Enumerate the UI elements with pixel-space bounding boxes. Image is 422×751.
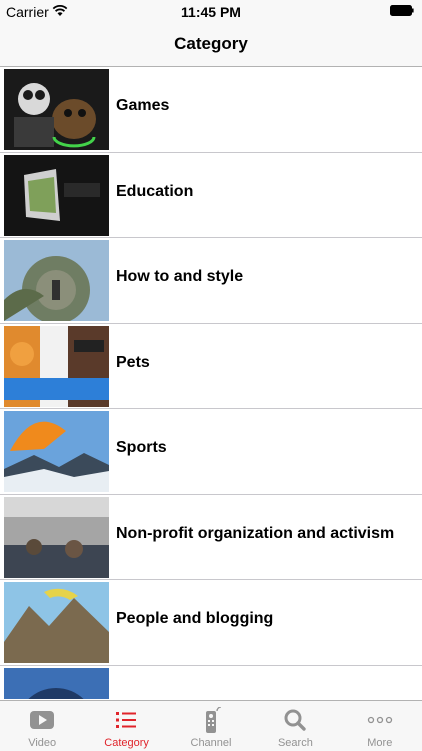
category-row-education[interactable]: Education bbox=[0, 153, 422, 238]
tab-video[interactable]: Video bbox=[0, 701, 84, 751]
category-row-sports[interactable]: Sports bbox=[0, 409, 422, 495]
category-thumbnail bbox=[4, 411, 109, 492]
category-row-partial[interactable] bbox=[0, 666, 422, 699]
clock: 11:45 PM bbox=[181, 4, 241, 20]
tab-search[interactable]: Search bbox=[253, 701, 337, 751]
category-thumbnail bbox=[4, 325, 109, 407]
category-thumbnail bbox=[4, 69, 109, 150]
video-icon bbox=[30, 711, 54, 729]
search-icon bbox=[284, 709, 306, 731]
category-row-people-and-blogging[interactable]: People and blogging bbox=[0, 580, 422, 666]
list-icon bbox=[116, 712, 137, 728]
category-label: People and blogging bbox=[116, 610, 274, 627]
category-thumbnail bbox=[4, 154, 109, 236]
category-label: Education bbox=[116, 182, 194, 200]
category-label: Non-profit organization and activism bbox=[116, 524, 395, 542]
category-row-how-to-and-style[interactable]: How to and style bbox=[0, 238, 422, 324]
tab-label: Video bbox=[28, 737, 57, 749]
tab-label: More bbox=[367, 737, 393, 749]
remote-icon bbox=[205, 707, 221, 733]
tab-more[interactable]: More bbox=[338, 701, 422, 751]
navigation-bar: Category bbox=[0, 22, 422, 67]
tab-label: Search bbox=[277, 737, 313, 749]
category-list[interactable]: Games Education How to and style Pets Sp… bbox=[0, 67, 422, 699]
battery-icon bbox=[390, 5, 414, 16]
tab-label: Channel bbox=[190, 737, 232, 749]
category-thumbnail bbox=[4, 240, 109, 321]
tab-category[interactable]: Category bbox=[84, 701, 168, 751]
status-bar: Carrier 11:45 PM bbox=[0, 0, 422, 22]
tab-channel[interactable]: Channel bbox=[169, 701, 253, 751]
category-label: How to and style bbox=[116, 268, 244, 285]
tab-label: Category bbox=[104, 737, 149, 749]
category-label: Games bbox=[116, 97, 170, 114]
tab-bar: Video Category Channel Search More bbox=[0, 700, 422, 751]
category-label: Sports bbox=[116, 439, 167, 456]
category-row-non-profit[interactable]: Non-profit organization and activism bbox=[0, 495, 422, 580]
category-row-games[interactable]: Games bbox=[0, 67, 422, 153]
page-title: Category bbox=[174, 34, 248, 53]
category-thumbnail bbox=[4, 496, 109, 578]
more-icon bbox=[367, 716, 392, 724]
category-thumbnail bbox=[4, 667, 109, 699]
category-row-pets[interactable]: Pets bbox=[0, 324, 422, 409]
category-label: Pets bbox=[116, 353, 150, 371]
category-thumbnail bbox=[4, 582, 109, 663]
